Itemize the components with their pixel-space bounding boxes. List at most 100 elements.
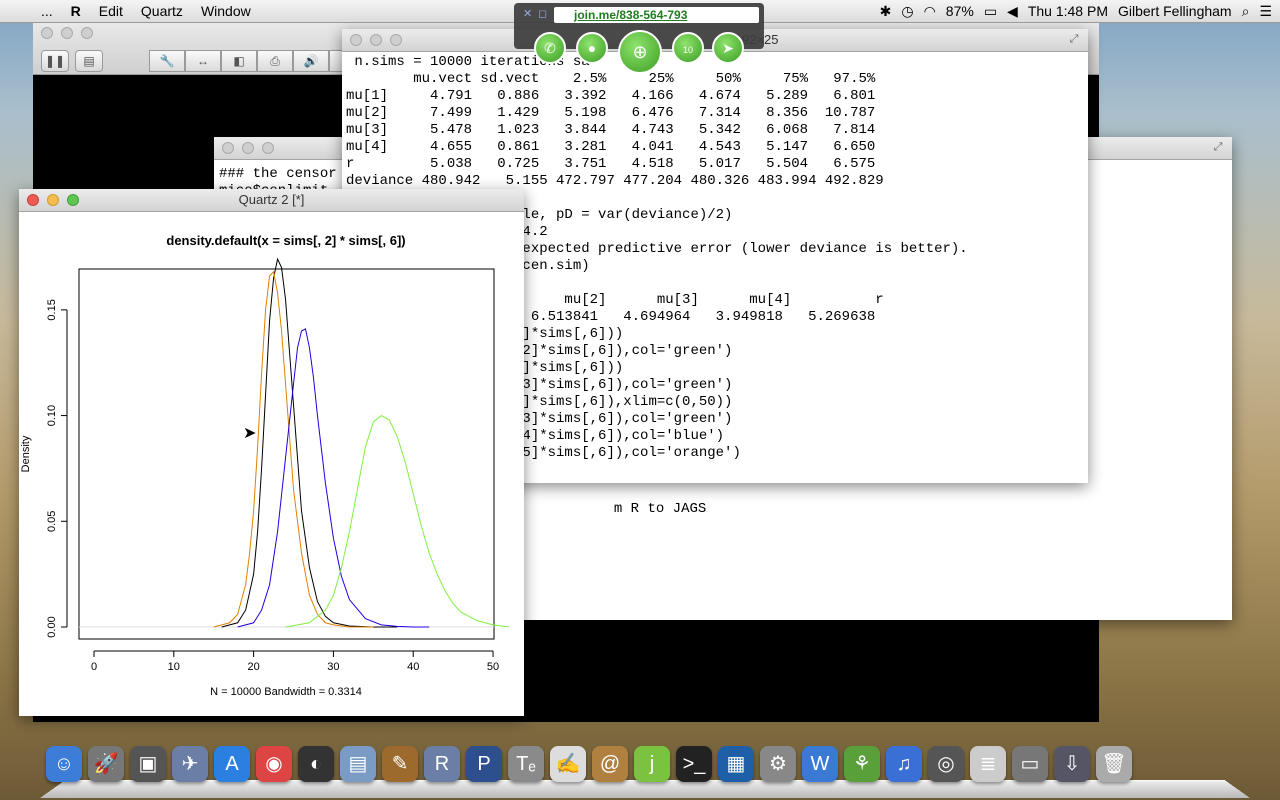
battery-icon: ▭ — [983, 2, 998, 19]
y-tick-label: 0.05 — [46, 511, 58, 532]
texshop-icon[interactable]: Tₑ — [508, 746, 544, 782]
x-tick-label: 40 — [407, 661, 419, 673]
minimize-button[interactable] — [47, 194, 59, 206]
density-plot: density.default(x = sims[, 2] * sims[, 6… — [20, 233, 510, 698]
jags-line: mu.vect sd.vect 2.5% 25% 50% 75% 97.5% — [346, 71, 876, 87]
minimize-button[interactable] — [61, 27, 73, 39]
y-tick-label: 0.10 — [46, 405, 58, 426]
finder-icon[interactable]: ☺ — [46, 746, 82, 782]
spotlight-icon[interactable]: ⌕ — [1242, 3, 1250, 20]
snapshot-icon[interactable]: ▤ — [75, 50, 103, 72]
network-icon[interactable]: ⚘ — [844, 746, 880, 782]
launchpad-icon[interactable]: 🚀 — [88, 746, 124, 782]
chrome-icon[interactable]: ◉ — [256, 746, 292, 782]
close-button[interactable] — [350, 34, 362, 46]
y-axis-label: Density — [20, 435, 32, 472]
close-icon[interactable]: ✕ — [523, 7, 532, 20]
jags-line: r 5.038 0.725 3.751 4.518 5.017 5.504 6.… — [346, 156, 876, 172]
bluetooth-icon[interactable]: ✱ — [880, 3, 892, 20]
screen-capture-icon[interactable]: ▭ — [1012, 746, 1048, 782]
plot-title: density.default(x = sims[, 2] * sims[, 6… — [166, 233, 405, 248]
x-tick-label: 20 — [247, 661, 259, 673]
menu-quartz[interactable]: Quartz — [132, 3, 192, 19]
phone-icon[interactable]: ✆ — [534, 32, 566, 64]
y-tick-label: 0.00 — [46, 616, 58, 637]
apple-menu[interactable] — [0, 3, 32, 19]
jags-line: deviance 480.942 5.155 472.797 477.204 4… — [346, 173, 884, 189]
joinme-link[interactable]: join.me/838-564-793 — [554, 7, 759, 23]
chat-icon[interactable]: ● — [576, 32, 608, 64]
pause-icon[interactable]: ❚❚ — [41, 50, 69, 72]
minimize-button[interactable] — [370, 34, 382, 46]
menu-window[interactable]: Window — [192, 3, 260, 19]
gimp-icon[interactable]: ✎ — [382, 746, 418, 782]
minimize-button[interactable] — [242, 142, 254, 154]
script-icon[interactable]: ≣ — [970, 746, 1006, 782]
close-button[interactable] — [27, 194, 39, 206]
density-series-line-3 — [285, 414, 510, 628]
itunes-icon[interactable]: ♫ — [886, 746, 922, 782]
arrows-icon[interactable]: ↔ — [185, 50, 221, 72]
close-button[interactable] — [41, 27, 53, 39]
jags-line: mu[2] 7.499 1.429 5.198 6.476 7.314 8.35… — [346, 105, 876, 121]
printer-icon[interactable]: ⎙ — [257, 50, 293, 72]
time-machine-icon[interactable]: ◷ — [901, 3, 913, 20]
quartz-window: Quartz 2 [*] density.default(x = sims[, … — [19, 189, 524, 716]
x-axis-label: N = 10000 Bandwidth = 0.3314 — [210, 686, 362, 698]
y-tick-label: 0.15 — [46, 299, 58, 320]
participants-icon[interactable]: 10 — [672, 32, 704, 64]
pointer-icon[interactable]: ➤ — [712, 32, 744, 64]
notification-center-icon[interactable]: ☰ — [1259, 3, 1272, 20]
dock-shelf — [40, 779, 1250, 798]
speaker-icon[interactable]: 🔊 — [293, 50, 329, 72]
clock[interactable]: Thu 1:48 PM — [1028, 3, 1108, 19]
minimize-icon[interactable]: ◻ — [538, 7, 547, 20]
zoom-button[interactable] — [262, 142, 274, 154]
battery-percent[interactable]: 87% — [946, 3, 974, 19]
zoom-button[interactable] — [67, 194, 79, 206]
system-preferences-icon[interactable]: ⚙ — [760, 746, 796, 782]
joinme-icon[interactable]: j — [634, 746, 670, 782]
zoom-button[interactable] — [81, 27, 93, 39]
mail-icon[interactable]: ✈ — [172, 746, 208, 782]
textedit-icon[interactable]: ✍ — [550, 746, 586, 782]
trash-icon[interactable]: 🗑 — [1096, 746, 1132, 782]
close-button[interactable] — [222, 142, 234, 154]
user-name[interactable]: Gilbert Fellingham — [1118, 3, 1232, 19]
wrench-icon[interactable]: 🔧 — [149, 50, 185, 72]
r-icon[interactable]: R — [424, 746, 460, 782]
vm-window-controls — [41, 27, 93, 39]
zoom-icon[interactable]: ⊕ — [618, 30, 662, 74]
wifi-icon[interactable]: ◠ — [924, 3, 936, 20]
fullscreen-icon[interactable]: ⤢ — [1212, 141, 1224, 153]
participants-count: 10 — [682, 45, 693, 55]
menu-edit[interactable]: Edit — [90, 3, 132, 19]
photo-booth-icon[interactable]: ▣ — [130, 746, 166, 782]
downloads-icon[interactable]: ⇩ — [1054, 746, 1090, 782]
zoom-button[interactable] — [390, 34, 402, 46]
menu-ellipsis[interactable]: ... — [32, 3, 62, 19]
address-book-icon[interactable]: @ — [592, 746, 628, 782]
x-tick-label: 50 — [487, 661, 499, 673]
disk-icon[interactable]: ◧ — [221, 50, 257, 72]
keynote-icon[interactable]: W — [802, 746, 838, 782]
menu-app-r[interactable]: R — [62, 3, 90, 19]
x-tick-label: 0 — [91, 661, 97, 673]
dashboard-icon[interactable]: ◐ — [298, 746, 334, 782]
quartz-title: Quartz 2 [*] — [238, 192, 305, 207]
jags-line: mu[1] 4.791 0.886 3.392 4.166 4.674 5.28… — [346, 88, 876, 104]
jags-line: mu[4] 4.655 0.861 3.281 4.041 4.543 5.14… — [346, 139, 876, 155]
virtualbox-icon[interactable]: ▦ — [718, 746, 754, 782]
x-tick-label: 10 — [168, 661, 180, 673]
dock: ☺ 🚀 ▣ ✈ A ◉ ◐ ▤ ✎ R P Tₑ ✍ @ j >_ ▦ ⚙ W ⚘ ♫ ◎ ≣ ▭ ⇩ 🗑 — [40, 742, 1250, 798]
fullscreen-icon[interactable]: ⤢ — [1068, 33, 1080, 45]
console-line: ### the censor — [219, 166, 337, 182]
pandora-icon[interactable]: P — [466, 746, 502, 782]
app-store-icon[interactable]: A — [214, 746, 250, 782]
quartz-titlebar: Quartz 2 [*] — [19, 189, 524, 212]
facetime-icon[interactable]: ◎ — [928, 746, 964, 782]
volume-icon[interactable]: ◀ — [1007, 3, 1018, 20]
density-series-line-0 — [221, 257, 398, 628]
preview-icon[interactable]: ▤ — [340, 746, 376, 782]
terminal-icon[interactable]: >_ — [676, 746, 712, 782]
